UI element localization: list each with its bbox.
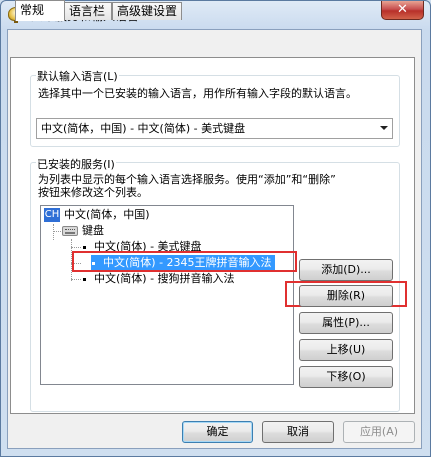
tab-general[interactable]: 常规 [15,0,65,21]
cancel-button[interactable]: 取消 [262,421,334,443]
default-language-value: 中文(简体，中国) - 中文(简体) - 美式键盘 [41,122,246,135]
tree-item-label: 中文(简体) - 搜狗拼音输入法 [94,272,235,285]
move-down-button[interactable]: 下移(O) [299,366,393,388]
ok-button[interactable]: 确定 [182,421,253,443]
default-language-label: 默认输入语言(L) [36,68,119,84]
tree-category-node[interactable]: 键盘 [62,223,104,239]
tab-advanced-key-settings[interactable]: 高级键设置 [112,2,182,20]
add-button[interactable]: 添加(D)... [299,259,393,281]
bullet-icon [83,245,86,249]
close-button[interactable]: ✕ [381,1,424,20]
keyboard-icon [62,226,78,236]
move-up-button[interactable]: 上移(U) [299,339,393,361]
tab-language-bar[interactable]: 语言栏 [64,2,112,20]
apply-button[interactable]: 应用(A) [343,421,415,443]
default-language-description: 选择其中一个已安装的输入语言，用作所有输入字段的默认语言。 [38,87,357,100]
tree-item[interactable]: 中文(简体) - 搜狗拼音输入法 [83,271,235,287]
installed-services-label: 已安装的服务(I) [36,156,116,172]
language-code-badge: CH [44,208,60,222]
chevron-down-icon [380,126,388,130]
remove-button[interactable]: 删除(R) [299,285,393,307]
tree-language-node[interactable]: CH 中文(简体，中国) [44,207,150,223]
tree-category-label: 键盘 [82,224,104,237]
annotation-box-selected-item [72,251,297,272]
tree-language-name: 中文(简体，中国) [64,208,150,221]
bullet-icon [83,277,86,281]
installed-services-description-2: 按钮来修改这个列表。 [38,186,148,199]
properties-button[interactable]: 属性(P)... [299,312,393,334]
default-language-dropdown[interactable]: 中文(简体，中国) - 中文(简体) - 美式键盘 [36,118,393,139]
installed-services-tree[interactable]: CH 中文(简体，中国) 键盘 中文(简体) - 美式键盘 中文(简体) - 23… [40,205,294,385]
